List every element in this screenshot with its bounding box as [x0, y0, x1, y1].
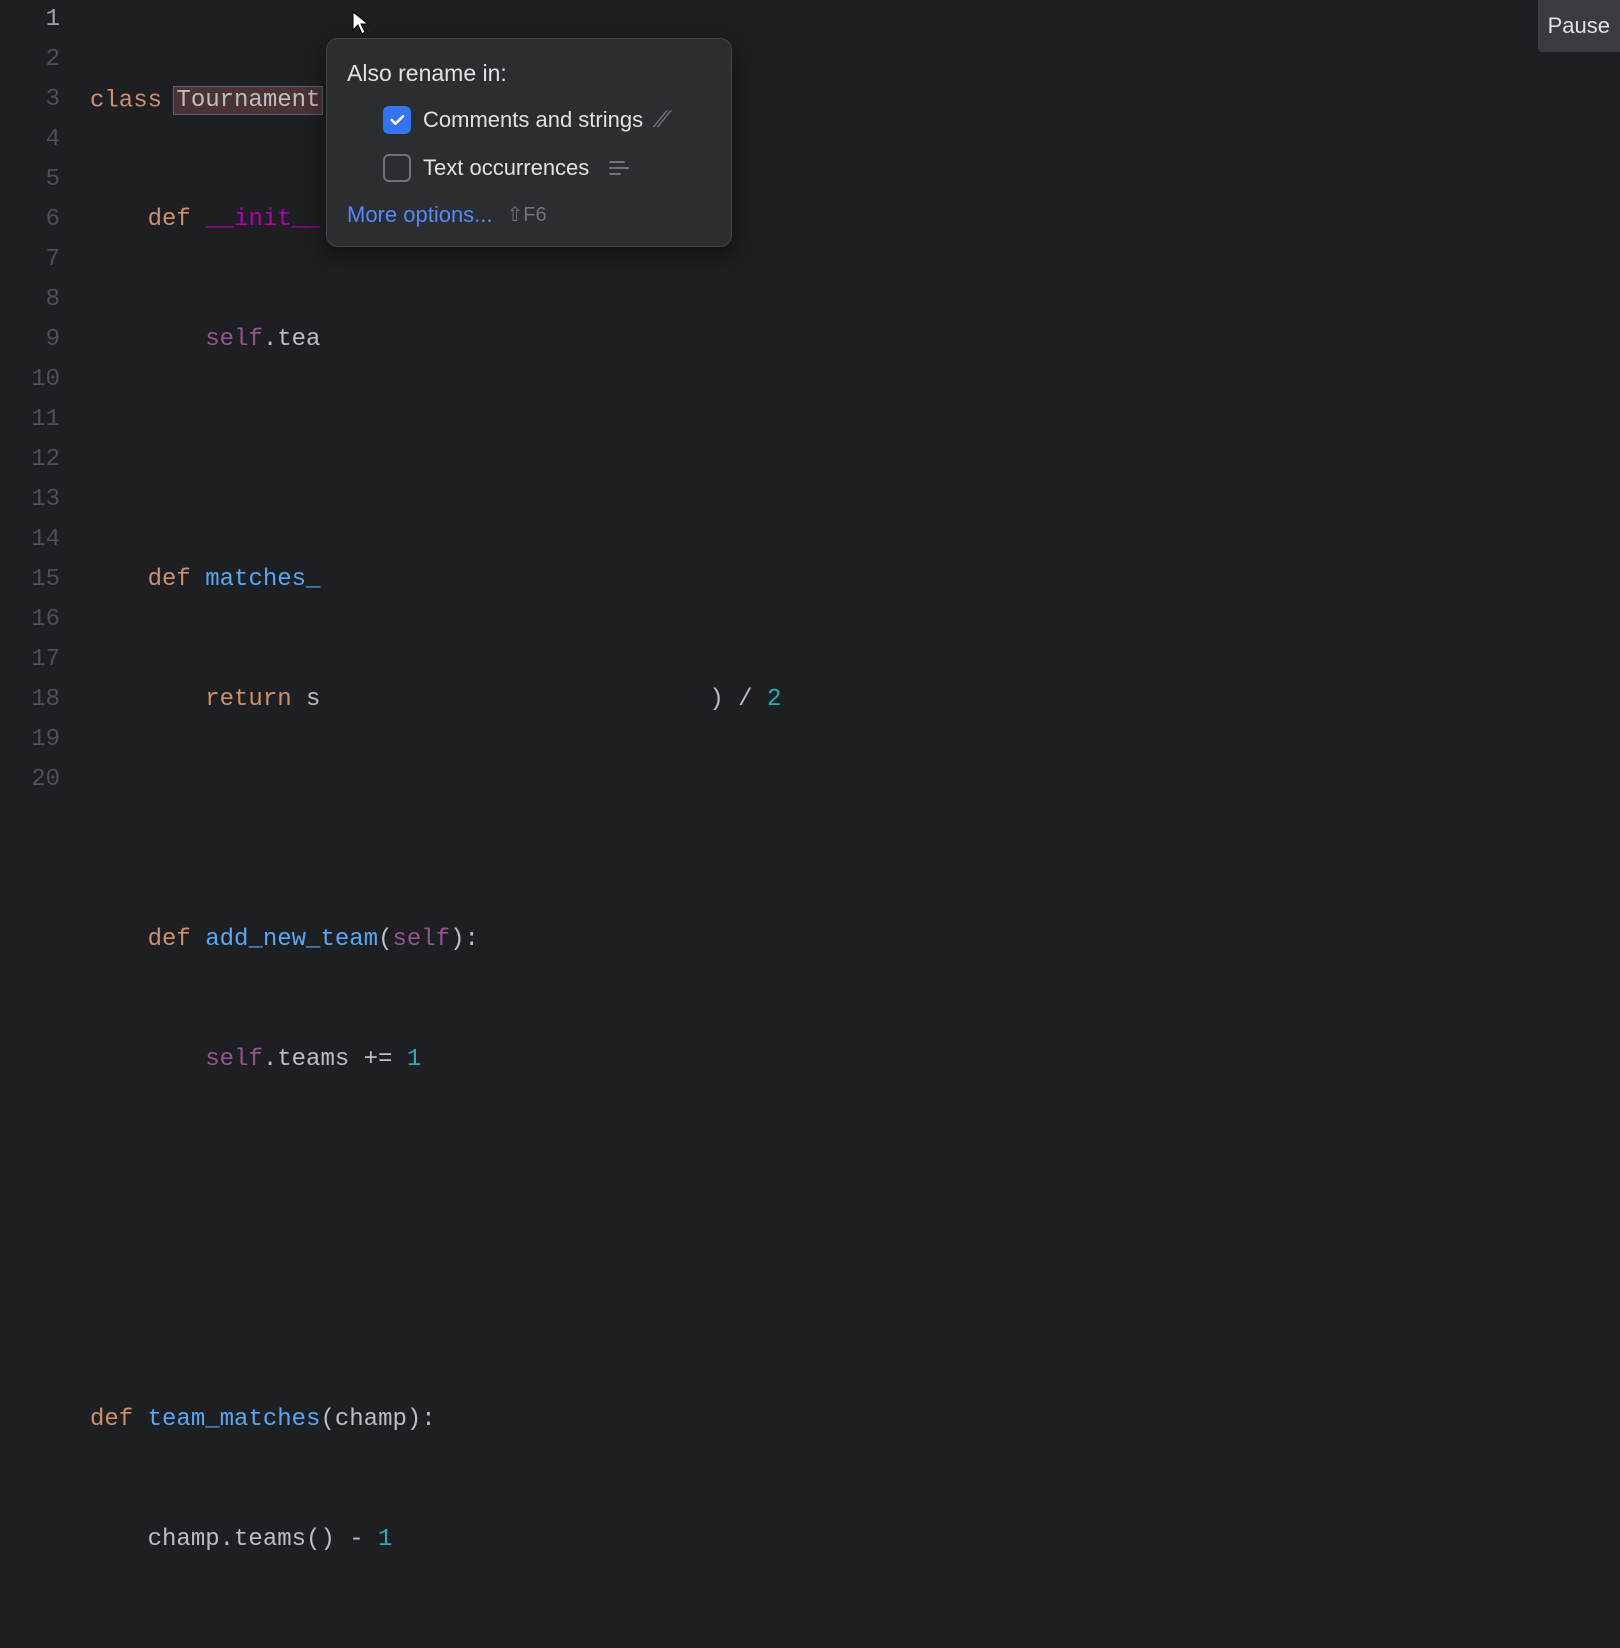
code-line[interactable]: champ.teams() - 1	[88, 1520, 1620, 1560]
number: 1	[378, 1526, 392, 1553]
code-line[interactable]	[88, 1160, 1620, 1200]
line-number: 12	[0, 440, 60, 480]
keyword-class: class	[90, 87, 162, 114]
line-number: 6	[0, 200, 60, 240]
line-number: 16	[0, 600, 60, 640]
line-number: 1	[0, 0, 60, 40]
line-number: 3	[0, 80, 60, 120]
line-number: 4	[0, 120, 60, 160]
method-name: matches_	[205, 566, 320, 593]
function-name: team_matches	[148, 1406, 321, 1433]
method-name: add_new_team	[205, 926, 378, 953]
code-line[interactable]: return self.teams * (self.teams - 1) / 2	[88, 680, 1620, 720]
method-init: __init__	[205, 206, 320, 233]
code-line[interactable]	[88, 1640, 1620, 1648]
code-line[interactable]	[88, 1280, 1620, 1320]
code-line[interactable]: self.teams += 1	[88, 1040, 1620, 1080]
punct: (	[320, 1406, 334, 1433]
checkbox-text-occurrences[interactable]	[383, 154, 411, 182]
self-ref: self	[205, 326, 263, 353]
more-options-row: More options... ⇧F6	[347, 200, 711, 231]
code-line[interactable]: class Tournament⁄⁄ :	[88, 80, 1620, 120]
dot: .	[263, 326, 277, 353]
rename-input[interactable]: Tournament	[173, 86, 323, 115]
code-line[interactable]	[88, 800, 1620, 840]
field: tea	[277, 326, 320, 353]
code-content[interactable]: class Tournament⁄⁄ : def __init__ self.t…	[88, 0, 1620, 824]
code-line[interactable]: def team_matches(champ):	[88, 1400, 1620, 1440]
keyword-def: def	[90, 1406, 133, 1433]
code-line[interactable]: def matches_	[88, 560, 1620, 600]
line-number: 18	[0, 680, 60, 720]
code-line[interactable]	[88, 440, 1620, 480]
line-number: 8	[0, 280, 60, 320]
code-text: s	[306, 686, 320, 713]
code-line[interactable]: self.tea	[88, 320, 1620, 360]
option-text-occurrences[interactable]: Text occurrences	[347, 153, 711, 184]
line-number: 19	[0, 720, 60, 760]
option-label: Text occurrences	[423, 153, 589, 184]
comments-icon: ⁄⁄	[659, 103, 667, 137]
punct: ):	[407, 1406, 436, 1433]
keyword-def: def	[148, 566, 191, 593]
code-text: .teams +=	[263, 1046, 407, 1073]
checkmark-icon	[388, 111, 406, 129]
line-number: 20	[0, 760, 60, 800]
code-line[interactable]: def __init__	[88, 200, 1620, 240]
checkbox-comments[interactable]	[383, 106, 411, 134]
line-number: 5	[0, 160, 60, 200]
keyword-return: return	[205, 686, 291, 713]
keyword-def: def	[148, 206, 191, 233]
number: 1	[407, 1046, 421, 1073]
line-number-gutter: 1 2 3 4 5 6 7 8 9 10 11 12 13 14 15 16 1…	[0, 0, 88, 824]
param: champ	[335, 1406, 407, 1433]
pause-button[interactable]: Pause	[1538, 0, 1620, 52]
line-number: 7	[0, 240, 60, 280]
line-number: 15	[0, 560, 60, 600]
punct: (	[378, 926, 392, 953]
line-number: 14	[0, 520, 60, 560]
option-comments-and-strings[interactable]: Comments and strings ⁄⁄	[347, 103, 711, 137]
shortcut-label: ⇧F6	[507, 201, 547, 229]
line-number: 17	[0, 640, 60, 680]
line-number: 2	[0, 40, 60, 80]
option-label: Comments and strings	[423, 105, 643, 136]
rename-options-popup[interactable]: Also rename in: Comments and strings ⁄⁄ …	[326, 38, 732, 247]
more-options-link[interactable]: More options...	[347, 200, 493, 231]
self-ref: self	[205, 1046, 263, 1073]
line-number: 10	[0, 360, 60, 400]
punct: ):	[450, 926, 479, 953]
text-occurrences-icon	[609, 161, 629, 175]
keyword-def: def	[148, 926, 191, 953]
line-number: 11	[0, 400, 60, 440]
line-number: 13	[0, 480, 60, 520]
code-text: champ.teams() -	[148, 1526, 378, 1553]
number: 2	[767, 686, 781, 713]
punct: ) /	[709, 686, 767, 713]
line-number: 9	[0, 320, 60, 360]
code-editor[interactable]: 1 2 3 4 5 6 7 8 9 10 11 12 13 14 15 16 1…	[0, 0, 1620, 824]
popup-title: Also rename in:	[347, 57, 711, 89]
code-line[interactable]: def add_new_team(self):	[88, 920, 1620, 960]
self-ref: self	[392, 926, 450, 953]
